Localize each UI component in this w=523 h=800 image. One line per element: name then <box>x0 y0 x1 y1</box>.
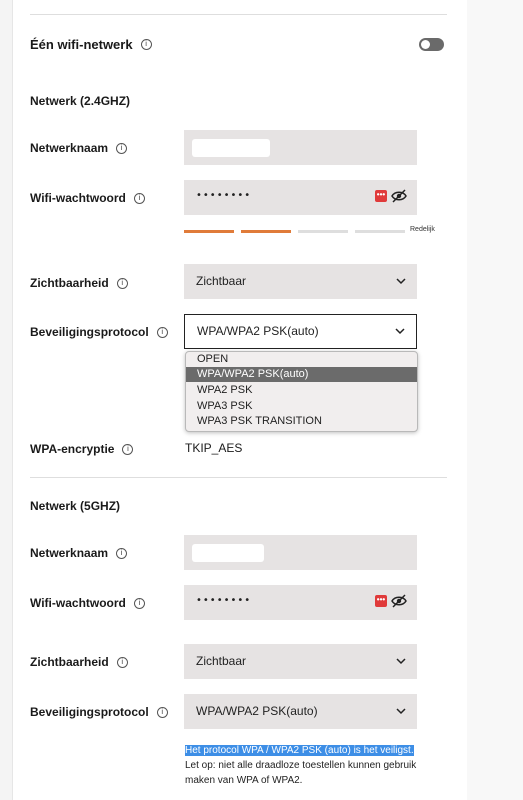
password-label-text: Wifi-wachtwoord <box>30 596 126 610</box>
strength-bar <box>355 230 405 233</box>
security-label-text: Beveiligingsprotocol <box>30 705 149 719</box>
security-select-5[interactable]: WPA/WPA2 PSK(auto) <box>184 694 417 729</box>
single-network-row: Één wifi-netwerk i <box>30 37 152 52</box>
dropdown-option[interactable]: WPA/WPA2 PSK(auto) <box>186 367 417 382</box>
password-mask: •••••••• <box>196 190 252 201</box>
section-divider <box>30 477 447 478</box>
single-network-toggle[interactable] <box>419 38 444 51</box>
visibility-select-5[interactable]: Zichtbaar <box>184 644 417 679</box>
encryption-value: TKIP_AES <box>185 441 243 455</box>
info-icon[interactable]: i <box>116 547 128 559</box>
ssid-label-text: Netwerknaam <box>30 546 109 560</box>
info-icon[interactable]: i <box>133 192 145 204</box>
info-icon[interactable]: i <box>156 326 168 338</box>
password-input-24[interactable]: •••••••• ••• <box>184 180 417 215</box>
security-value: WPA/WPA2 PSK(auto) <box>197 324 319 338</box>
encryption-label-text: WPA-encryptie <box>30 442 115 456</box>
info-icon[interactable]: i <box>122 443 134 455</box>
password-mask: •••••••• <box>196 595 252 606</box>
hide-password-icon[interactable] <box>391 594 407 608</box>
ssid-input-5[interactable] <box>184 535 417 570</box>
ssid-input-24[interactable] <box>184 130 417 165</box>
hide-password-icon[interactable] <box>391 189 407 203</box>
password-label-24: Wifi-wachtwoord i <box>30 191 145 205</box>
ssid-label-24: Netwerknaam i <box>30 141 128 155</box>
section-title-24ghz: Netwerk (2.4GHZ) <box>30 94 131 108</box>
info-icon[interactable]: i <box>156 706 168 718</box>
visibility-select-24[interactable]: Zichtbaar <box>184 264 417 299</box>
security-hint: Het protocol WPA / WPA2 PSK (auto) is he… <box>185 743 425 788</box>
visibility-label-5: Zichtbaarheid i <box>30 655 128 669</box>
encryption-label-24: WPA-encryptie i <box>30 442 134 456</box>
chevron-down-icon <box>395 328 405 335</box>
single-network-title: Één wifi-netwerk <box>30 37 133 52</box>
top-divider <box>30 14 447 15</box>
security-label-5: Beveiligingsprotocol i <box>30 705 168 719</box>
password-input-5[interactable]: •••••••• ••• <box>184 585 417 620</box>
generate-password-icon[interactable]: ••• <box>375 595 387 607</box>
strength-bar <box>241 230 291 233</box>
chevron-down-icon <box>396 708 406 715</box>
dropdown-option[interactable]: WPA3 PSK <box>186 399 417 414</box>
ssid-label-5: Netwerknaam i <box>30 546 128 560</box>
visibility-label-text: Zichtbaarheid <box>30 276 109 290</box>
dropdown-option[interactable]: OPEN <box>186 352 417 367</box>
visibility-value: Zichtbaar <box>196 274 247 288</box>
generate-password-icon[interactable]: ••• <box>375 190 387 202</box>
security-value: WPA/WPA2 PSK(auto) <box>196 704 318 718</box>
security-label-24: Beveiligingsprotocol i <box>30 325 168 339</box>
security-select-24[interactable]: WPA/WPA2 PSK(auto) <box>184 314 417 349</box>
info-icon[interactable]: i <box>133 597 145 609</box>
dropdown-option[interactable]: WPA2 PSK <box>186 383 417 398</box>
visibility-label-24: Zichtbaarheid i <box>30 276 128 290</box>
redacted-ssid <box>192 139 270 157</box>
chevron-down-icon <box>396 658 406 665</box>
strength-bar <box>184 230 234 233</box>
security-dropdown-list: OPEN WPA/WPA2 PSK(auto) WPA2 PSK WPA3 PS… <box>185 351 418 432</box>
hint-text: Let op: niet alle draadloze toestellen k… <box>185 760 417 786</box>
info-icon[interactable]: i <box>116 142 128 154</box>
redacted-ssid <box>192 544 264 562</box>
ssid-label-text: Netwerknaam <box>30 141 109 155</box>
page-margin <box>467 0 523 800</box>
info-icon[interactable]: i <box>140 39 152 50</box>
section-title-5ghz: Netwerk (5GHZ) <box>30 499 121 513</box>
password-label-5: Wifi-wachtwoord i <box>30 596 145 610</box>
hint-highlight: Het protocol WPA / WPA2 PSK (auto) is he… <box>185 745 414 756</box>
strength-label: Redelijk <box>410 226 435 233</box>
security-label-text: Beveiligingsprotocol <box>30 325 149 339</box>
info-icon[interactable]: i <box>116 656 128 668</box>
visibility-label-text: Zichtbaarheid <box>30 655 109 669</box>
toggle-knob <box>421 40 430 49</box>
dropdown-option[interactable]: WPA3 PSK TRANSITION <box>186 414 417 429</box>
strength-bar <box>298 230 348 233</box>
chevron-down-icon <box>396 278 406 285</box>
visibility-value: Zichtbaar <box>196 654 247 668</box>
info-icon[interactable]: i <box>116 277 128 289</box>
password-label-text: Wifi-wachtwoord <box>30 191 126 205</box>
